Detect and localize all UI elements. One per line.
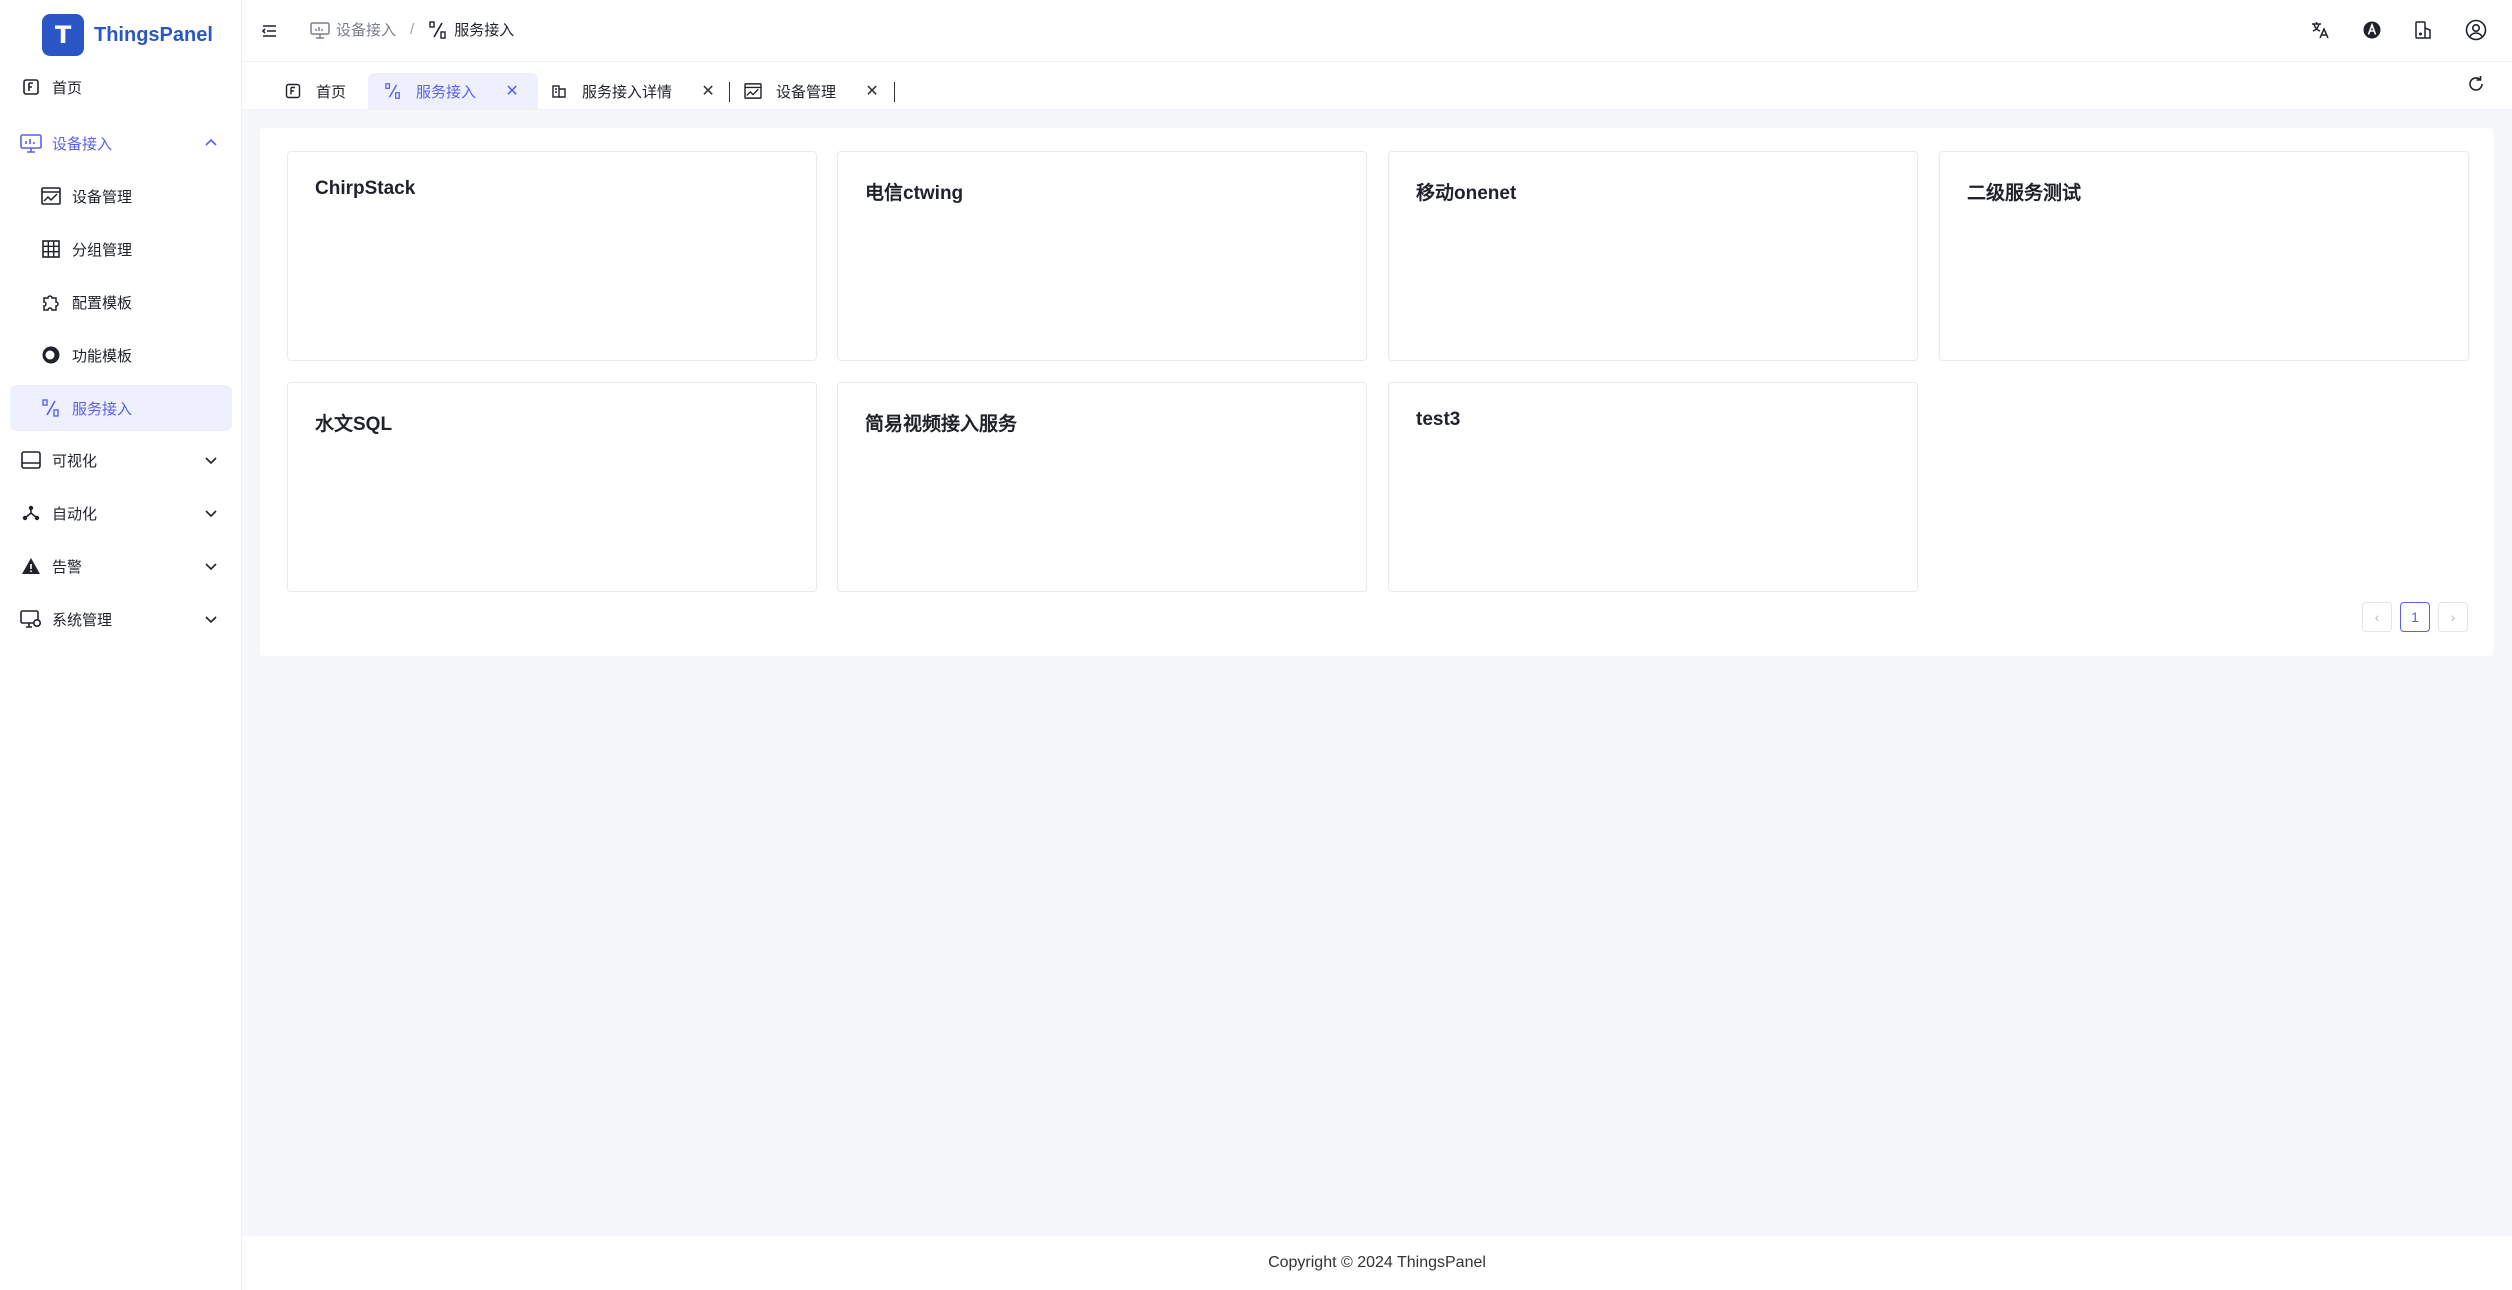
footer: Copyright © 2024 ThingsPanel (242, 1236, 2512, 1290)
home-icon (284, 82, 302, 100)
refresh-icon[interactable] (2466, 74, 2488, 96)
monitor-icon (310, 20, 330, 40)
settings-monitor-icon (20, 608, 42, 630)
tab-label: 服务接入 (416, 83, 477, 101)
service-name: 移动onenet (1416, 183, 1517, 204)
tab-bar: 首页 服务接入 ✕ 服务接入详情 ✕ 设备管理 ✕ (242, 62, 2512, 110)
pagination: ‹ 1 › (2362, 602, 2468, 632)
service-list-panel: ChirpStack 电信ctwing 移动onenet 二级服务测试 水文SQ… (260, 128, 2494, 656)
sidebar-item-group-management[interactable]: 分组管理 (10, 226, 232, 272)
copyright-text: Copyright © 2024 ThingsPanel (1268, 1254, 1486, 1271)
service-name: 简易视频接入服务 (865, 414, 1018, 435)
tab-divider (894, 82, 895, 102)
chart-window-icon (40, 185, 62, 207)
breadcrumb-item-device-access[interactable]: 设备接入 (310, 19, 396, 40)
sidebar-item-visualization[interactable]: 可视化 (10, 437, 232, 483)
tab-label: 首页 (316, 83, 347, 101)
grid-icon (40, 238, 62, 260)
tab-home[interactable]: 首页 (258, 73, 362, 109)
tab-divider (729, 82, 730, 102)
screen-icon (20, 449, 42, 471)
detail-icon (550, 82, 568, 100)
translate-icon[interactable] (2308, 18, 2332, 42)
app-name: ThingsPanel (94, 23, 213, 46)
sidebar-item-device-access[interactable]: 设备接入 (10, 120, 232, 166)
service-card[interactable]: test3 (1388, 382, 1918, 592)
breadcrumb-label: 设备接入 (336, 22, 397, 39)
sidebar-item-label: 配置模板 (72, 294, 133, 312)
menu-collapse-icon[interactable] (258, 20, 280, 42)
chart-window-icon (744, 82, 762, 100)
home-icon (20, 76, 42, 98)
service-card[interactable]: 简易视频接入服务 (837, 382, 1367, 592)
service-card[interactable]: 移动onenet (1388, 151, 1918, 361)
next-page-button[interactable]: › (2438, 602, 2468, 632)
percent-icon (384, 82, 402, 100)
sidebar-item-label: 首页 (52, 79, 83, 97)
breadcrumb: 设备接入 / 服务接入 (310, 19, 514, 40)
sidebar-item-config-template[interactable]: 配置模板 (10, 279, 232, 325)
logo-icon: T (42, 14, 84, 56)
service-card[interactable]: 二级服务测试 (1939, 151, 2469, 361)
chevron-down-icon (202, 451, 220, 469)
breadcrumb-separator: / (410, 21, 415, 38)
page-button-current[interactable]: 1 (2400, 602, 2430, 632)
user-icon[interactable] (2464, 18, 2488, 42)
percent-icon (40, 397, 62, 419)
sidebar-item-label: 设备接入 (52, 135, 113, 153)
sidebar-item-service-access[interactable]: 服务接入 (10, 385, 232, 431)
warning-icon (20, 555, 42, 577)
sidebar: T ThingsPanel 首页 设备接入 设备管理 分组管理 配置模板 功能模… (0, 0, 242, 1290)
close-icon[interactable]: ✕ (700, 81, 716, 101)
sidebar-item-function-template[interactable]: 功能模板 (10, 332, 232, 378)
breadcrumb-label: 服务接入 (454, 22, 515, 39)
sidebar-item-label: 告警 (52, 558, 83, 576)
chevron-down-icon (202, 504, 220, 522)
service-name: 二级服务测试 (1967, 183, 2082, 204)
sidebar-item-alarm[interactable]: 告警 (10, 543, 232, 589)
close-icon[interactable]: ✕ (504, 81, 520, 101)
sidebar-item-label: 系统管理 (52, 611, 113, 629)
prev-page-button[interactable]: ‹ (2362, 602, 2392, 632)
chevron-up-icon (202, 134, 220, 152)
service-card[interactable]: 水文SQL (287, 382, 817, 592)
sidebar-item-label: 设备管理 (72, 188, 133, 206)
theme-config-icon[interactable] (2412, 18, 2436, 42)
tab-label: 服务接入详情 (582, 83, 673, 101)
sidebar-item-label: 分组管理 (72, 241, 133, 259)
sidebar-item-label: 可视化 (52, 452, 98, 470)
network-icon (20, 502, 42, 524)
sidebar-item-automation[interactable]: 自动化 (10, 490, 232, 536)
tab-device-management[interactable]: 设备管理 ✕ (744, 73, 892, 109)
tab-label: 设备管理 (776, 83, 837, 101)
puzzle-icon (40, 291, 62, 313)
service-name: test3 (1416, 409, 1461, 430)
monitor-icon (20, 132, 42, 154)
service-name: 电信ctwing (865, 183, 964, 204)
sidebar-item-system-management[interactable]: 系统管理 (10, 596, 232, 642)
theme-icon[interactable] (2360, 18, 2384, 42)
circle-icon (40, 344, 62, 366)
service-card[interactable]: ChirpStack (287, 151, 817, 361)
tab-service-access[interactable]: 服务接入 ✕ (368, 73, 539, 109)
service-name: ChirpStack (315, 178, 416, 199)
sidebar-item-label: 自动化 (52, 505, 98, 523)
chevron-down-icon (202, 557, 220, 575)
percent-icon (428, 20, 448, 40)
logo[interactable]: T ThingsPanel (42, 14, 213, 56)
chevron-down-icon (202, 610, 220, 628)
service-card[interactable]: 电信ctwing (837, 151, 1367, 361)
close-icon[interactable]: ✕ (864, 81, 880, 101)
sidebar-item-home[interactable]: 首页 (10, 64, 232, 110)
tab-service-access-detail[interactable]: 服务接入详情 ✕ (550, 73, 728, 109)
header-actions (2308, 18, 2488, 42)
sidebar-item-label: 服务接入 (72, 400, 133, 418)
service-name: 水文SQL (315, 414, 393, 435)
top-header: 设备接入 / 服务接入 (242, 0, 2512, 62)
sidebar-item-label: 功能模板 (72, 347, 133, 365)
breadcrumb-item-service-access: 服务接入 (428, 19, 514, 40)
sidebar-item-device-management[interactable]: 设备管理 (10, 173, 232, 219)
